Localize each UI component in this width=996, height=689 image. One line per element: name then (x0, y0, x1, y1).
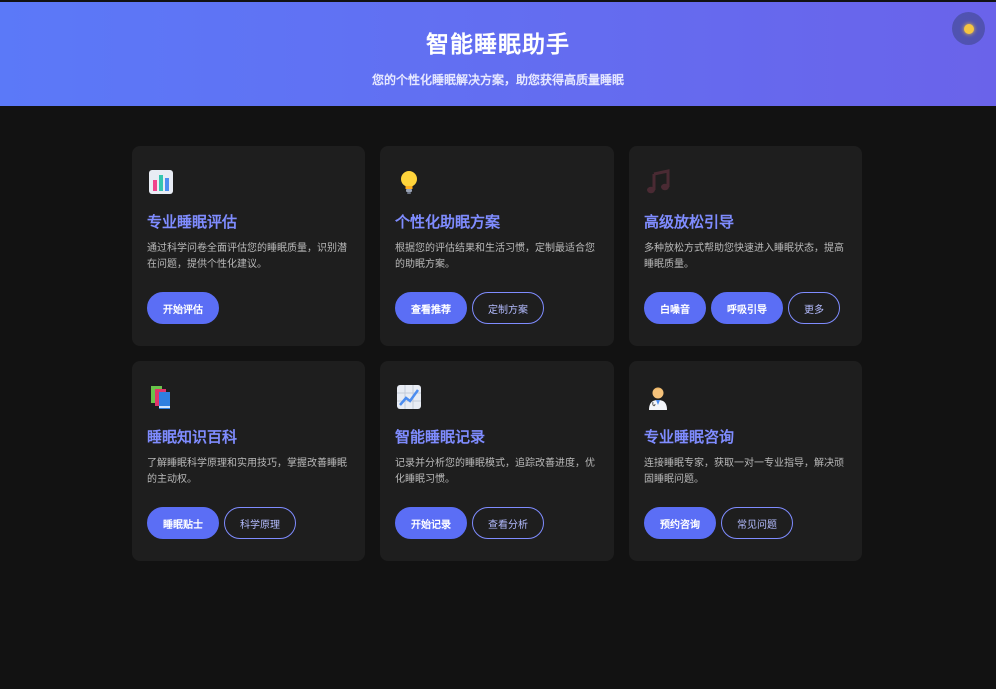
feature-card-knowledge: 睡眠知识百科 了解睡眠科学原理和实用技巧，掌握改善睡眠的主动权。 睡眠贴士 科学… (132, 361, 365, 561)
breathing-guide-button[interactable]: 呼吸引导 (711, 292, 783, 324)
card-actions: 睡眠贴士 科学原理 (147, 507, 296, 539)
feature-card-consultation: 专业睡眠咨询 连接睡眠专家，获取一对一专业指导，解决顽固睡眠问题。 预约咨询 常… (629, 361, 862, 561)
feature-card-relaxation: 高级放松引导 多种放松方式帮助您快速进入睡眠状态，提高睡眠质量。 白噪音 呼吸引… (629, 146, 862, 346)
white-noise-button[interactable]: 白噪音 (644, 292, 706, 324)
card-actions: 白噪音 呼吸引导 更多 (644, 292, 840, 324)
trend-chart-icon (397, 385, 421, 409)
start-assessment-button[interactable]: 开始评估 (147, 292, 219, 324)
card-actions: 开始记录 查看分析 (395, 507, 544, 539)
card-actions: 预约咨询 常见问题 (644, 507, 793, 539)
music-note-icon (647, 169, 670, 194)
page-subtitle: 您的个性化睡眠解决方案，助您获得高质量睡眠 (371, 73, 624, 87)
card-title: 高级放松引导 (644, 213, 735, 231)
view-analysis-button[interactable]: 查看分析 (472, 507, 544, 539)
book-consultation-button[interactable]: 预约咨询 (644, 507, 716, 539)
feature-card-assessment: 专业睡眠评估 通过科学问卷全面评估您的睡眠质量，识别潜在问题，提供个性化建议。 … (132, 146, 365, 346)
header-banner: 智能睡眠助手 您的个性化睡眠解决方案，助您获得高质量睡眠 (0, 2, 996, 106)
bar-chart-icon (149, 170, 173, 194)
more-button[interactable]: 更多 (788, 292, 840, 324)
card-description: 多种放松方式帮助您快速进入睡眠状态，提高睡眠质量。 (644, 243, 844, 270)
card-description: 根据您的评估结果和生活习惯，定制最适合您的助眠方案。 (395, 243, 595, 270)
card-title: 智能睡眠记录 (395, 428, 486, 446)
customize-plan-button[interactable]: 定制方案 (472, 292, 544, 324)
faq-button[interactable]: 常见问题 (721, 507, 793, 539)
light-bulb-icon (401, 171, 417, 194)
feature-grid: 专业睡眠评估 通过科学问卷全面评估您的睡眠质量，识别潜在问题，提供个性化建议。 … (132, 146, 862, 561)
sleep-tips-button[interactable]: 睡眠贴士 (147, 507, 219, 539)
card-title: 专业睡眠评估 (147, 213, 238, 231)
theme-toggle-button[interactable] (952, 12, 985, 45)
card-title: 个性化助眠方案 (395, 213, 501, 231)
card-actions: 查看推荐 定制方案 (395, 292, 544, 324)
card-description: 连接睡眠专家，获取一对一专业指导，解决顽固睡眠问题。 (644, 458, 844, 485)
page-title: 智能睡眠助手 (426, 32, 570, 58)
start-recording-button[interactable]: 开始记录 (395, 507, 467, 539)
card-title: 专业睡眠咨询 (644, 428, 735, 446)
card-title: 睡眠知识百科 (147, 428, 238, 446)
card-actions: 开始评估 (147, 292, 219, 324)
card-description: 通过科学问卷全面评估您的睡眠质量，识别潜在问题，提供个性化建议。 (147, 243, 347, 270)
card-description: 记录并分析您的睡眠模式，追踪改善进度，优化睡眠习惯。 (395, 458, 595, 485)
feature-card-plan: 个性化助眠方案 根据您的评估结果和生活习惯，定制最适合您的助眠方案。 查看推荐 … (380, 146, 614, 346)
sun-icon (963, 23, 974, 34)
books-icon (151, 386, 170, 409)
feature-card-records: 智能睡眠记录 记录并分析您的睡眠模式，追踪改善进度，优化睡眠习惯。 开始记录 查… (380, 361, 614, 561)
view-recommendation-button[interactable]: 查看推荐 (395, 292, 467, 324)
science-principles-button[interactable]: 科学原理 (224, 507, 296, 539)
doctor-icon (649, 387, 667, 410)
card-description: 了解睡眠科学原理和实用技巧，掌握改善睡眠的主动权。 (147, 458, 347, 485)
